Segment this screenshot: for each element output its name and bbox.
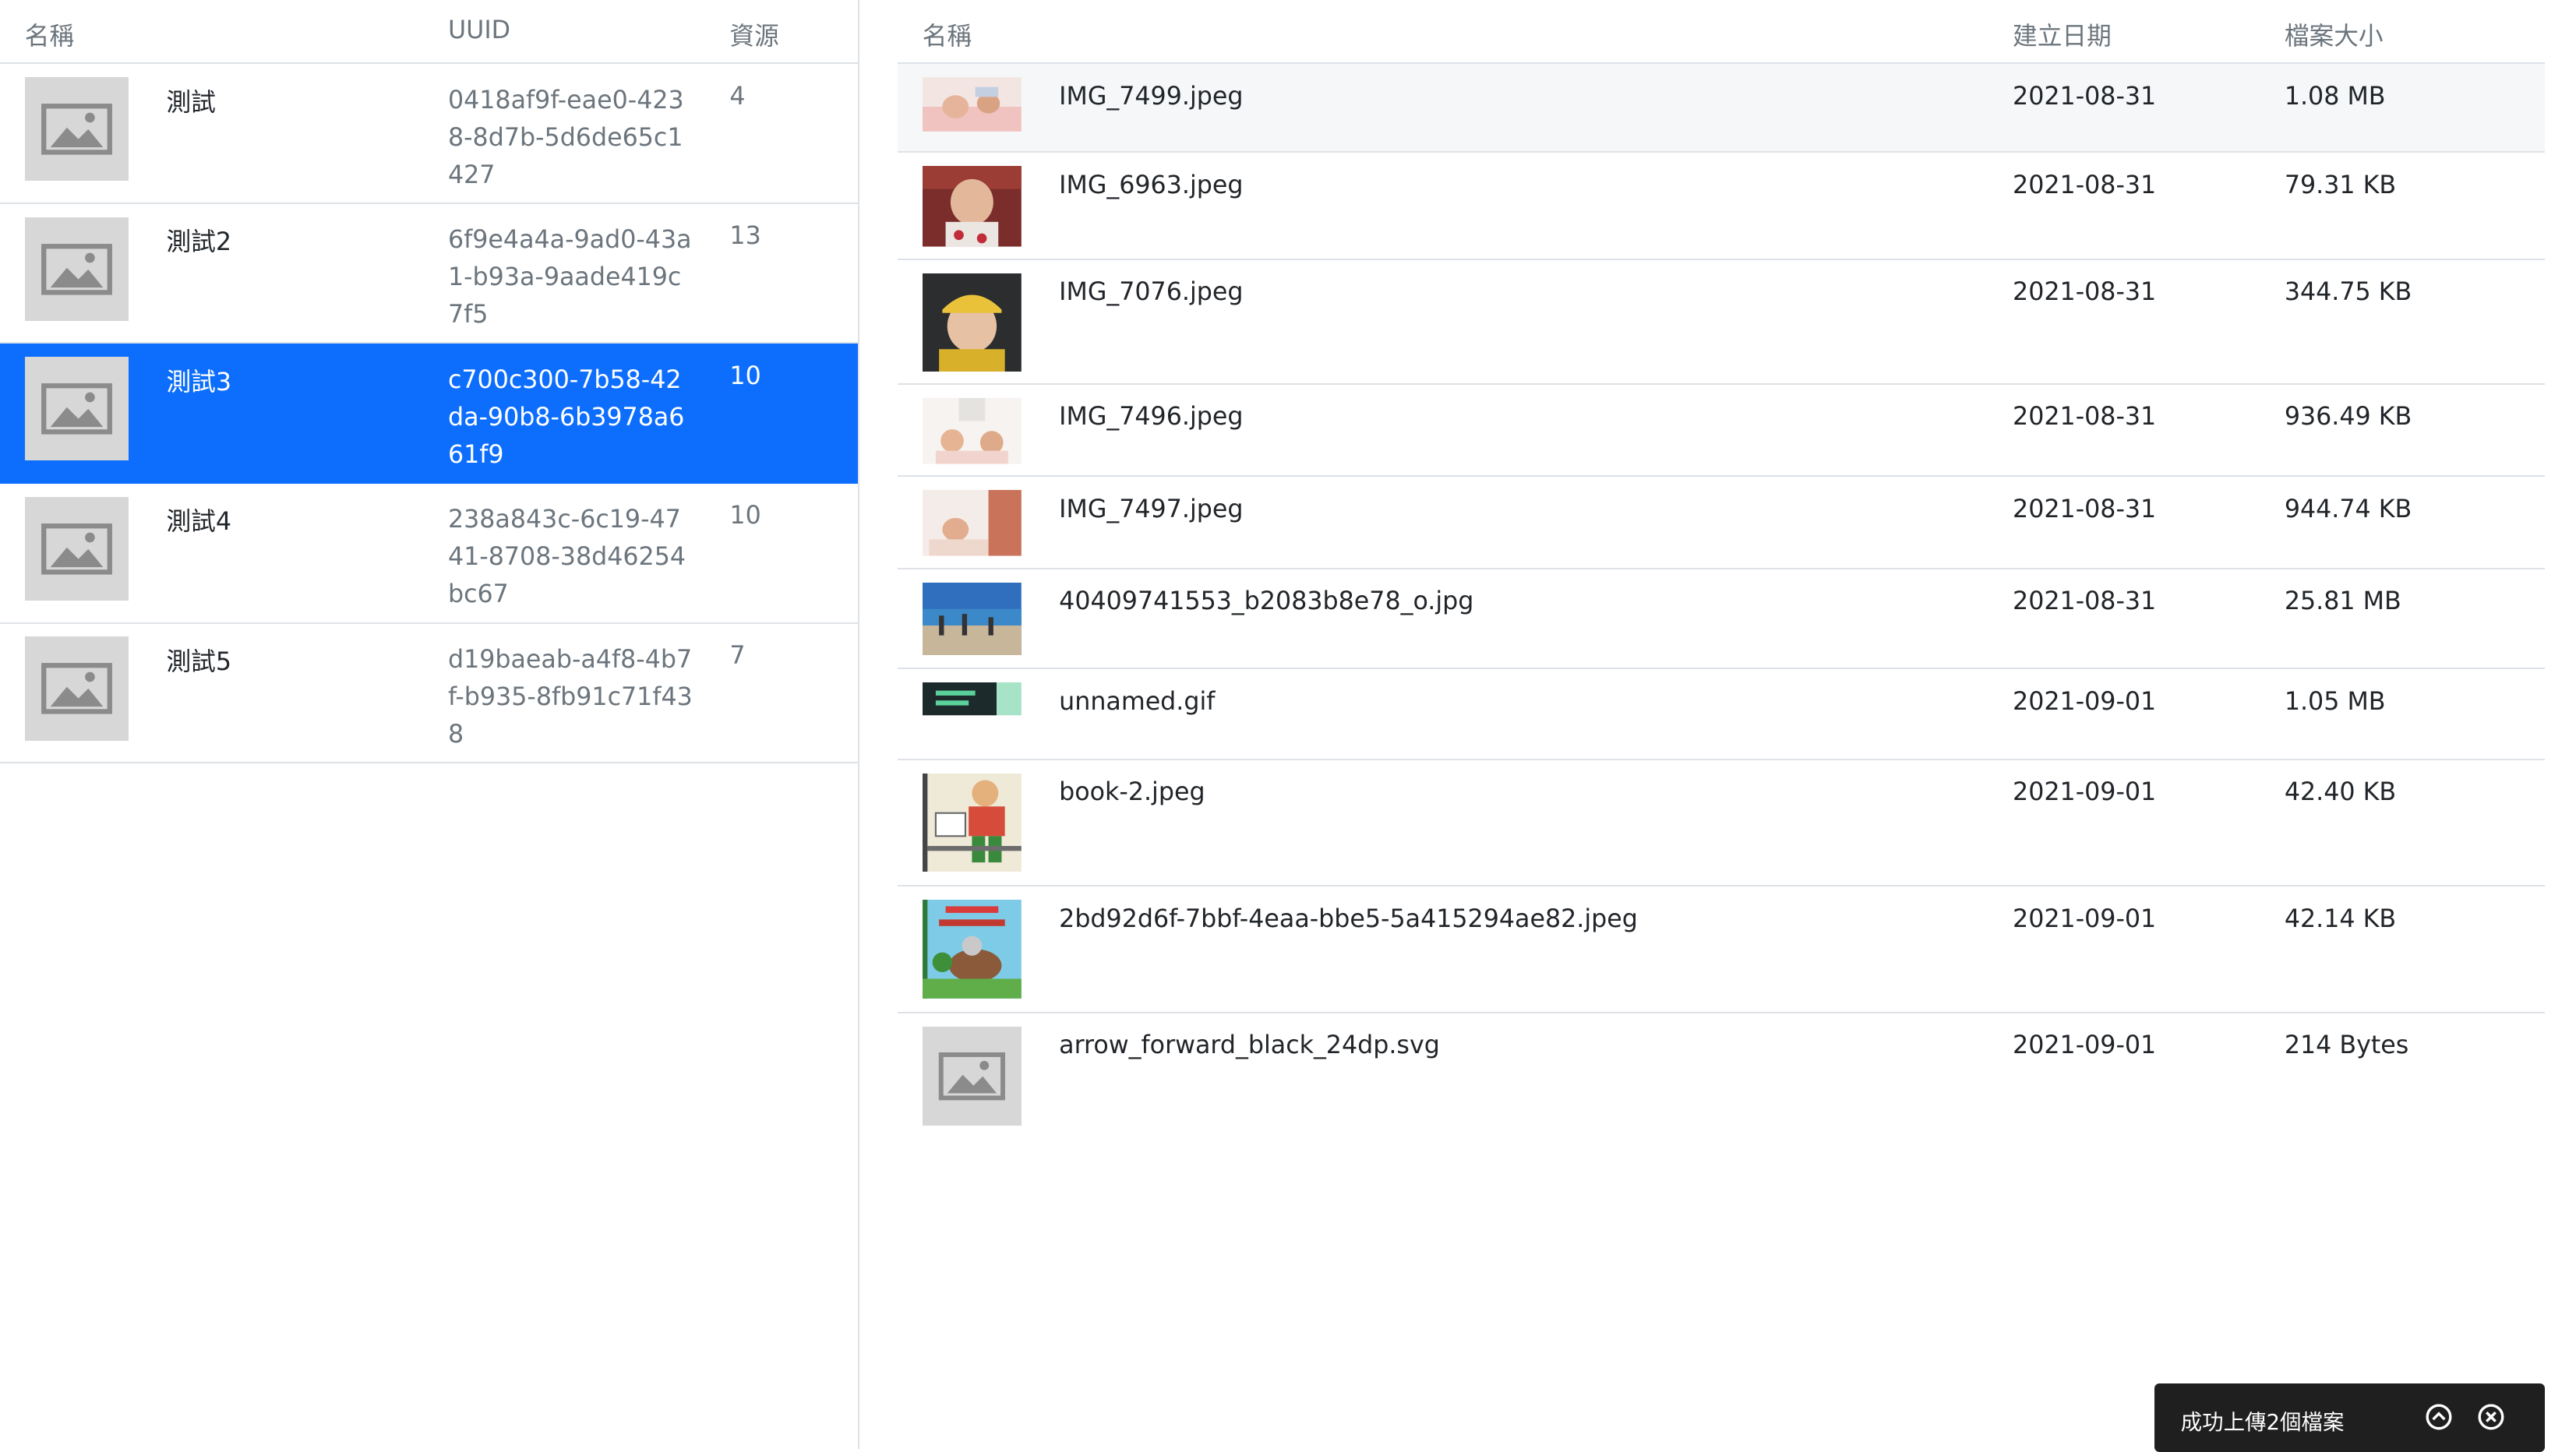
file-name: IMG_7499.jpeg <box>1059 82 1244 111</box>
header-name: 名稱 <box>24 23 75 51</box>
file-date: 2021-09-01 <box>2013 777 2157 806</box>
files-panel: 名稱 建立日期 檔案大小 IMG_7499.jpeg 2021-08-31 1.… <box>898 0 2545 1449</box>
file-row[interactable]: IMG_7497.jpeg 2021-08-31 944.74 KB <box>898 477 2545 569</box>
file-date: 2021-08-31 <box>2013 587 2157 615</box>
file-size: 42.14 KB <box>2284 904 2397 933</box>
files-header: 名稱 建立日期 檔案大小 <box>898 0 2545 65</box>
header-created-date: 建立日期 <box>2013 23 2112 51</box>
file-name: book-2.jpeg <box>1059 777 1205 806</box>
file-row[interactable]: unnamed.gif 2021-09-01 1.05 MB <box>898 669 2545 760</box>
file-row[interactable]: IMG_6963.jpeg 2021-08-31 79.31 KB <box>898 153 2545 260</box>
file-row[interactable]: 40409741553_b2083b8e78_o.jpg 2021-08-31 … <box>898 569 2545 670</box>
file-name: unnamed.gif <box>1059 687 1216 716</box>
file-thumbnail <box>922 398 1022 464</box>
file-size: 25.81 MB <box>2284 587 2401 615</box>
file-size: 1.05 MB <box>2284 687 2386 716</box>
collection-resource-count: 13 <box>729 222 761 251</box>
file-row[interactable]: IMG_7076.jpeg 2021-08-31 344.75 KB <box>898 260 2545 386</box>
file-size: 79.31 KB <box>2284 171 2397 199</box>
image-placeholder-icon <box>24 77 129 182</box>
toast-message: 成功上傳2個檔案 <box>2180 1411 2345 1436</box>
collection-resource-count: 10 <box>729 361 761 390</box>
file-row[interactable]: arrow_forward_black_24dp.svg 2021-09-01 … <box>898 1013 2545 1139</box>
file-size: 936.49 KB <box>2284 403 2412 432</box>
file-date: 2021-09-01 <box>2013 687 2157 716</box>
collection-name: 測試5 <box>166 647 232 676</box>
collection-uuid: 238a843c-6c19-4741-8708-38d46254bc67 <box>447 506 686 609</box>
file-thumbnail <box>922 166 1022 247</box>
image-placeholder-icon <box>24 357 129 461</box>
collection-name: 測試2 <box>166 228 232 257</box>
collection-name: 測試4 <box>166 508 232 537</box>
image-placeholder-icon <box>24 217 129 321</box>
header-file-size: 檔案大小 <box>2284 23 2384 51</box>
file-name: IMG_7496.jpeg <box>1059 403 1244 432</box>
file-thumbnail <box>922 1026 1022 1126</box>
file-date: 2021-08-31 <box>2013 403 2157 432</box>
chevron-up-circle-icon[interactable] <box>2425 1403 2453 1431</box>
collection-name: 測試 <box>166 88 216 117</box>
file-name: IMG_7497.jpeg <box>1059 495 1244 523</box>
collections-panel: 名稱 UUID 資源 測試 0418af9f-eae0-4238-8d7b-5d… <box>0 0 860 1450</box>
file-row[interactable]: IMG_7496.jpeg 2021-08-31 936.49 KB <box>898 385 2545 478</box>
header-resources: 資源 <box>729 23 779 51</box>
file-name: 40409741553_b2083b8e78_o.jpg <box>1059 587 1474 615</box>
collection-resource-count: 4 <box>729 82 746 111</box>
file-thumbnail <box>922 900 1022 999</box>
image-placeholder-icon <box>24 496 129 601</box>
file-size: 344.75 KB <box>2284 277 2412 306</box>
file-thumbnail <box>922 273 1022 372</box>
file-date: 2021-08-31 <box>2013 171 2157 199</box>
file-date: 2021-08-31 <box>2013 495 2157 523</box>
upload-toast: 成功上傳2個檔案 <box>2154 1383 2545 1452</box>
close-circle-icon[interactable] <box>2477 1403 2505 1431</box>
file-date: 2021-08-31 <box>2013 277 2157 306</box>
file-name: IMG_7076.jpeg <box>1059 277 1244 306</box>
collections-header: 名稱 UUID 資源 <box>0 0 859 65</box>
collection-row-selected[interactable]: 測試3 c700c300-7b58-42da-90b8-6b3978a661f9… <box>0 344 859 484</box>
file-row[interactable]: book-2.jpeg 2021-09-01 42.40 KB <box>898 760 2545 887</box>
collection-uuid: 6f9e4a4a-9ad0-43a1-b93a-9aade419c7f5 <box>447 226 692 330</box>
collection-uuid: d19baeab-a4f8-4b7f-b935-8fb91c71f438 <box>447 645 693 749</box>
file-thumbnail <box>922 490 1022 556</box>
image-placeholder-icon <box>24 636 129 741</box>
collection-row[interactable]: 測試 0418af9f-eae0-4238-8d7b-5d6de65c1427 … <box>0 64 859 204</box>
collection-name: 測試3 <box>166 368 232 396</box>
file-name: 2bd92d6f-7bbf-4eaa-bbe5-5a415294ae82.jpe… <box>1059 904 1638 933</box>
file-date: 2021-08-31 <box>2013 82 2157 111</box>
file-thumbnail <box>922 77 1022 132</box>
file-date: 2021-09-01 <box>2013 1031 2157 1060</box>
file-thumbnail <box>922 682 1022 716</box>
file-name: IMG_6963.jpeg <box>1059 171 1244 199</box>
header-uuid: UUID <box>447 16 511 45</box>
file-size: 944.74 KB <box>2284 495 2412 523</box>
collection-row[interactable]: 測試5 d19baeab-a4f8-4b7f-b935-8fb91c71f438… <box>0 624 859 764</box>
collection-row[interactable]: 測試4 238a843c-6c19-4741-8708-38d46254bc67… <box>0 484 859 624</box>
file-size: 1.08 MB <box>2284 82 2386 111</box>
collection-resource-count: 7 <box>729 641 746 670</box>
file-size: 214 Bytes <box>2284 1031 2409 1060</box>
file-size: 42.40 KB <box>2284 777 2397 806</box>
file-thumbnail <box>922 582 1022 655</box>
file-name: arrow_forward_black_24dp.svg <box>1059 1031 1440 1060</box>
file-row[interactable]: 2bd92d6f-7bbf-4eaa-bbe5-5a415294ae82.jpe… <box>898 886 2545 1013</box>
file-row[interactable]: IMG_7499.jpeg 2021-08-31 1.08 MB <box>898 64 2545 153</box>
collection-uuid: c700c300-7b58-42da-90b8-6b3978a661f9 <box>447 365 685 469</box>
image-placeholder-icon <box>922 1026 1022 1126</box>
file-date: 2021-09-01 <box>2013 904 2157 933</box>
collection-row[interactable]: 測試2 6f9e4a4a-9ad0-43a1-b93a-9aade419c7f5… <box>0 204 859 344</box>
collection-resource-count: 10 <box>729 502 761 530</box>
file-thumbnail <box>922 773 1022 872</box>
collection-uuid: 0418af9f-eae0-4238-8d7b-5d6de65c1427 <box>447 86 684 189</box>
header-name: 名稱 <box>922 23 972 51</box>
